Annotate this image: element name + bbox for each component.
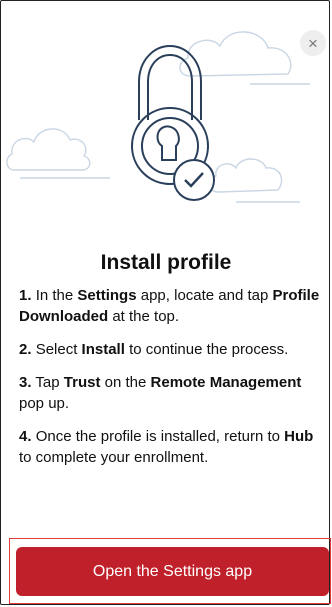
cloud-bottom-icon — [208, 158, 300, 203]
step-4: 4. Once the profile is installed, return… — [19, 428, 314, 466]
cloud-left-icon — [6, 128, 110, 179]
close-icon: × — [308, 33, 318, 53]
step-2: 2. Select Install to continue the proces… — [19, 341, 289, 358]
page-title: Install profile — [100, 251, 232, 274]
open-settings-button[interactable]: Open the Settings app — [16, 547, 329, 596]
step-1: 1. In the Settings app, locate and tap P… — [19, 287, 320, 325]
step-3: 3. Tap Trust on the Remote Management po… — [19, 374, 302, 412]
instruction-list: 1. In the Settings app, locate and tap P… — [19, 285, 324, 480]
close-button[interactable]: × — [300, 30, 326, 56]
padlock-check-illustration — [6, 31, 310, 203]
check-badge-icon — [173, 159, 215, 201]
cloud-right-icon — [179, 31, 310, 85]
